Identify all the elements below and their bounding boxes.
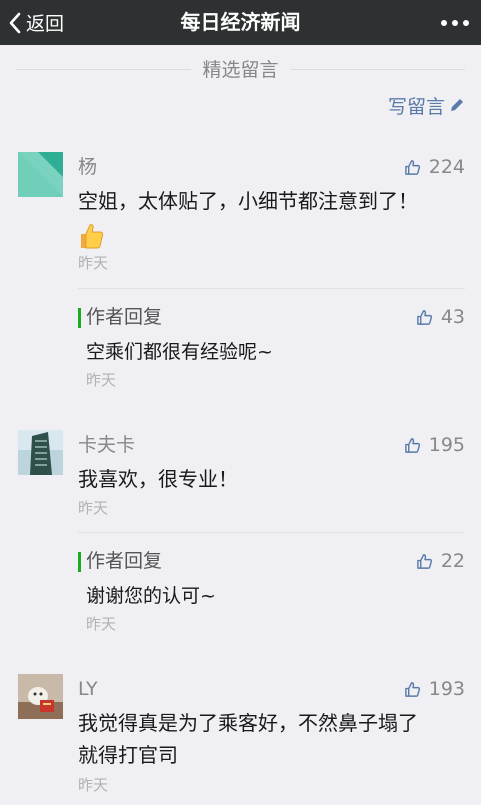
commenter-name: 卡夫卡 [78,434,136,456]
avatar[interactable] [18,152,63,197]
comment-time: 昨天 [78,776,109,794]
comment-time: 昨天 [78,499,109,517]
back-label: 返回 [26,13,65,35]
thumbs-up-emoji-icon [78,222,104,254]
page-title: 每日经济新闻 [180,10,301,34]
reply-like-count: 43 [440,306,465,328]
commenter-name: 杨 [78,156,98,178]
reply-accent-bar [78,308,81,328]
reply-label: 作者回复 [86,306,163,328]
reply-like-button[interactable]: 43 [416,305,465,329]
author-reply: 作者回复 43 空乘们都很有经验呢~ 昨天 [78,288,465,395]
write-comment-button[interactable]: 写留言 [388,91,465,119]
thumbs-up-icon [404,159,420,175]
author-reply: 作者回复 22 谢谢您的认可~ 昨天 [78,532,465,638]
more-dots-icon [441,19,447,26]
like-count: 195 [428,434,465,456]
thumbs-up-icon [416,553,432,569]
reply-text: 谢谢您的认可~ [86,585,216,607]
reply-divider [78,532,465,533]
like-button[interactable]: 224 [404,155,465,179]
like-button[interactable]: 195 [404,433,465,457]
top-nav-bar: 返回 每日经济新闻 [0,0,481,45]
thumbs-up-icon [404,437,420,453]
thumbs-up-icon [404,681,420,697]
comment-item: 杨 224 空姐，太体贴了，小细节都注意到了！ 昨天 作者回复 43 空乘们都很… [0,150,481,395]
reply-label: 作者回复 [86,550,163,572]
like-button[interactable]: 193 [404,677,465,701]
section-header: 精选留言 [16,55,465,83]
like-count: 224 [428,156,465,178]
reply-like-count: 22 [440,550,465,572]
avatar[interactable] [18,674,63,719]
comment-item: 卡夫卡 195 我喜欢，很专业！ 昨天 作者回复 22 谢谢您的认可~ 昨天 [0,428,481,638]
comment-text: 空姐，太体贴了，小细节都注意到了！ [78,189,418,213]
like-count: 193 [428,678,465,700]
more-menu-button[interactable] [441,0,469,45]
thumbs-up-icon [416,309,432,325]
comment-time: 昨天 [78,254,109,272]
chevron-left-icon [9,12,21,33]
reply-accent-bar [78,552,81,572]
pencil-icon [451,99,463,111]
reply-time: 昨天 [86,615,117,633]
section-title: 精选留言 [190,55,291,82]
write-comment-label: 写留言 [387,95,445,118]
reply-divider [78,288,465,289]
reply-text: 空乘们都很有经验呢~ [86,341,273,363]
reply-time: 昨天 [86,371,117,389]
comment-text-line-1: 我觉得真是为了乘客好，不然鼻子塌了 [78,711,418,735]
back-button[interactable]: 返回 [8,0,64,45]
comment-text-line-2: 就得打官司 [78,743,178,767]
comment-text: 我喜欢，很专业！ [78,467,238,491]
comment-item: LY 193 我觉得真是为了乘客好，不然鼻子塌了 就得打官司 昨天 [0,672,481,802]
avatar[interactable] [18,430,63,475]
reply-like-button[interactable]: 22 [416,549,465,573]
commenter-name: LY [78,678,98,700]
